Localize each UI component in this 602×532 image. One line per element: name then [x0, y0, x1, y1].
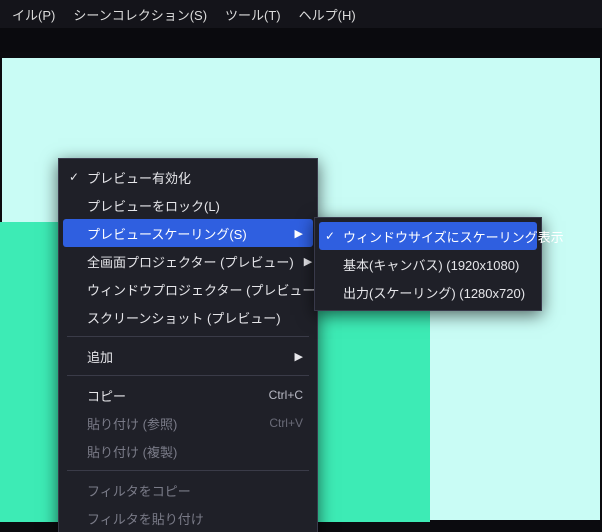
mi-screenshot[interactable]: スクリーンショット (プレビュー) [63, 303, 313, 331]
mi-label: フィルタをコピー [87, 481, 303, 500]
mi-label: プレビューをロック(L) [87, 196, 303, 215]
submenu-arrow-icon: ▶ [295, 227, 303, 240]
mi-shortcut: Ctrl+V [269, 416, 303, 430]
check-icon: ✓ [325, 229, 335, 243]
smi-output-size[interactable]: 出力(スケーリング) (1280x720) [319, 278, 537, 306]
mi-copy[interactable]: コピー Ctrl+C [63, 381, 313, 409]
mi-label: プレビュースケーリング(S) [87, 224, 285, 243]
menu-help[interactable]: ヘルプ(H) [291, 1, 364, 28]
mi-paste-dup: 貼り付け (複製) [63, 437, 313, 465]
menu-separator [67, 375, 309, 376]
mi-copy-filters: フィルタをコピー [63, 476, 313, 504]
mi-label: スクリーンショット (プレビュー) [87, 308, 303, 327]
mi-window-projector[interactable]: ウィンドウプロジェクター (プレビュー) [63, 275, 313, 303]
context-menu: ✓ プレビュー有効化 プレビューをロック(L) プレビュースケーリング(S) ▶… [58, 158, 318, 532]
mi-label: プレビュー有効化 [87, 168, 303, 187]
mi-label: 貼り付け (参照) [87, 414, 269, 433]
mi-add[interactable]: 追加 ▶ [63, 342, 313, 370]
mi-shortcut: Ctrl+C [269, 388, 303, 402]
mi-label: 出力(スケーリング) (1280x720) [343, 283, 527, 302]
mi-label: 全画面プロジェクター (プレビュー) [87, 252, 294, 271]
menu-scene-collection[interactable]: シーンコレクション(S) [65, 1, 215, 28]
mi-paste-filters: フィルタを貼り付け [63, 504, 313, 532]
check-icon: ✓ [69, 170, 79, 184]
submenu-preview-scaling: ✓ ウィンドウサイズにスケーリング表示 基本(キャンバス) (1920x1080… [314, 217, 542, 311]
mi-label: ウィンドウサイズにスケーリング表示 [343, 227, 564, 246]
menu-separator [67, 470, 309, 471]
menu-separator [67, 336, 309, 337]
mi-label: 追加 [87, 347, 285, 366]
menubar: イル(P) シーンコレクション(S) ツール(T) ヘルプ(H) [0, 0, 602, 28]
mi-preview-enable[interactable]: ✓ プレビュー有効化 [63, 163, 313, 191]
submenu-arrow-icon: ▶ [304, 255, 312, 268]
submenu-arrow-icon: ▶ [295, 350, 303, 363]
menu-file[interactable]: イル(P) [4, 1, 63, 28]
menu-tools[interactable]: ツール(T) [217, 1, 289, 28]
smi-scale-to-window[interactable]: ✓ ウィンドウサイズにスケーリング表示 [319, 222, 537, 250]
mi-label: ウィンドウプロジェクター (プレビュー) [87, 280, 320, 299]
mi-paste-ref: 貼り付け (参照) Ctrl+V [63, 409, 313, 437]
toolbar-strip [0, 28, 602, 52]
mi-label: フィルタを貼り付け [87, 509, 303, 528]
smi-canvas-size[interactable]: 基本(キャンバス) (1920x1080) [319, 250, 537, 278]
mi-label: コピー [87, 386, 269, 405]
mi-label: 貼り付け (複製) [87, 442, 303, 461]
mi-preview-lock[interactable]: プレビューをロック(L) [63, 191, 313, 219]
mi-label: 基本(キャンバス) (1920x1080) [343, 255, 527, 274]
mi-preview-scaling[interactable]: プレビュースケーリング(S) ▶ [63, 219, 313, 247]
mi-fullscreen-projector[interactable]: 全画面プロジェクター (プレビュー) ▶ [63, 247, 313, 275]
